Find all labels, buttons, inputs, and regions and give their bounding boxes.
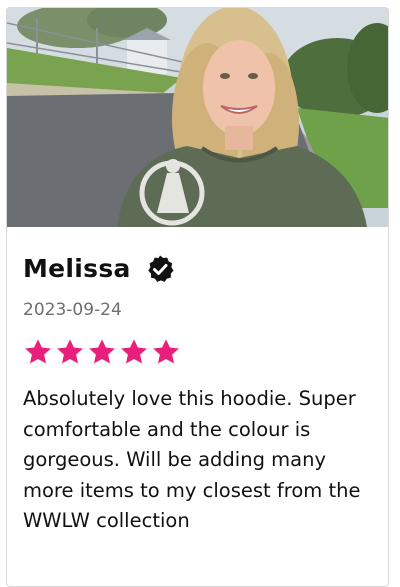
- verified-check-icon: [145, 254, 175, 284]
- star-icon: [57, 339, 83, 364]
- star-icon: [121, 339, 147, 364]
- review-date: 2023-09-24: [23, 300, 122, 320]
- review-text: Absolutely love this hoodie. Super comfo…: [23, 387, 361, 532]
- author-name: Melissa: [23, 254, 131, 283]
- author-row: Melissa: [23, 252, 175, 286]
- review-card: Melissa 2023-09-24 Absolutely love this …: [6, 7, 389, 587]
- star-icon: [153, 339, 179, 364]
- star-icon: [89, 339, 115, 364]
- star-rating: [23, 337, 181, 367]
- star-icon: [25, 339, 51, 364]
- review-photo[interactable]: [7, 8, 388, 227]
